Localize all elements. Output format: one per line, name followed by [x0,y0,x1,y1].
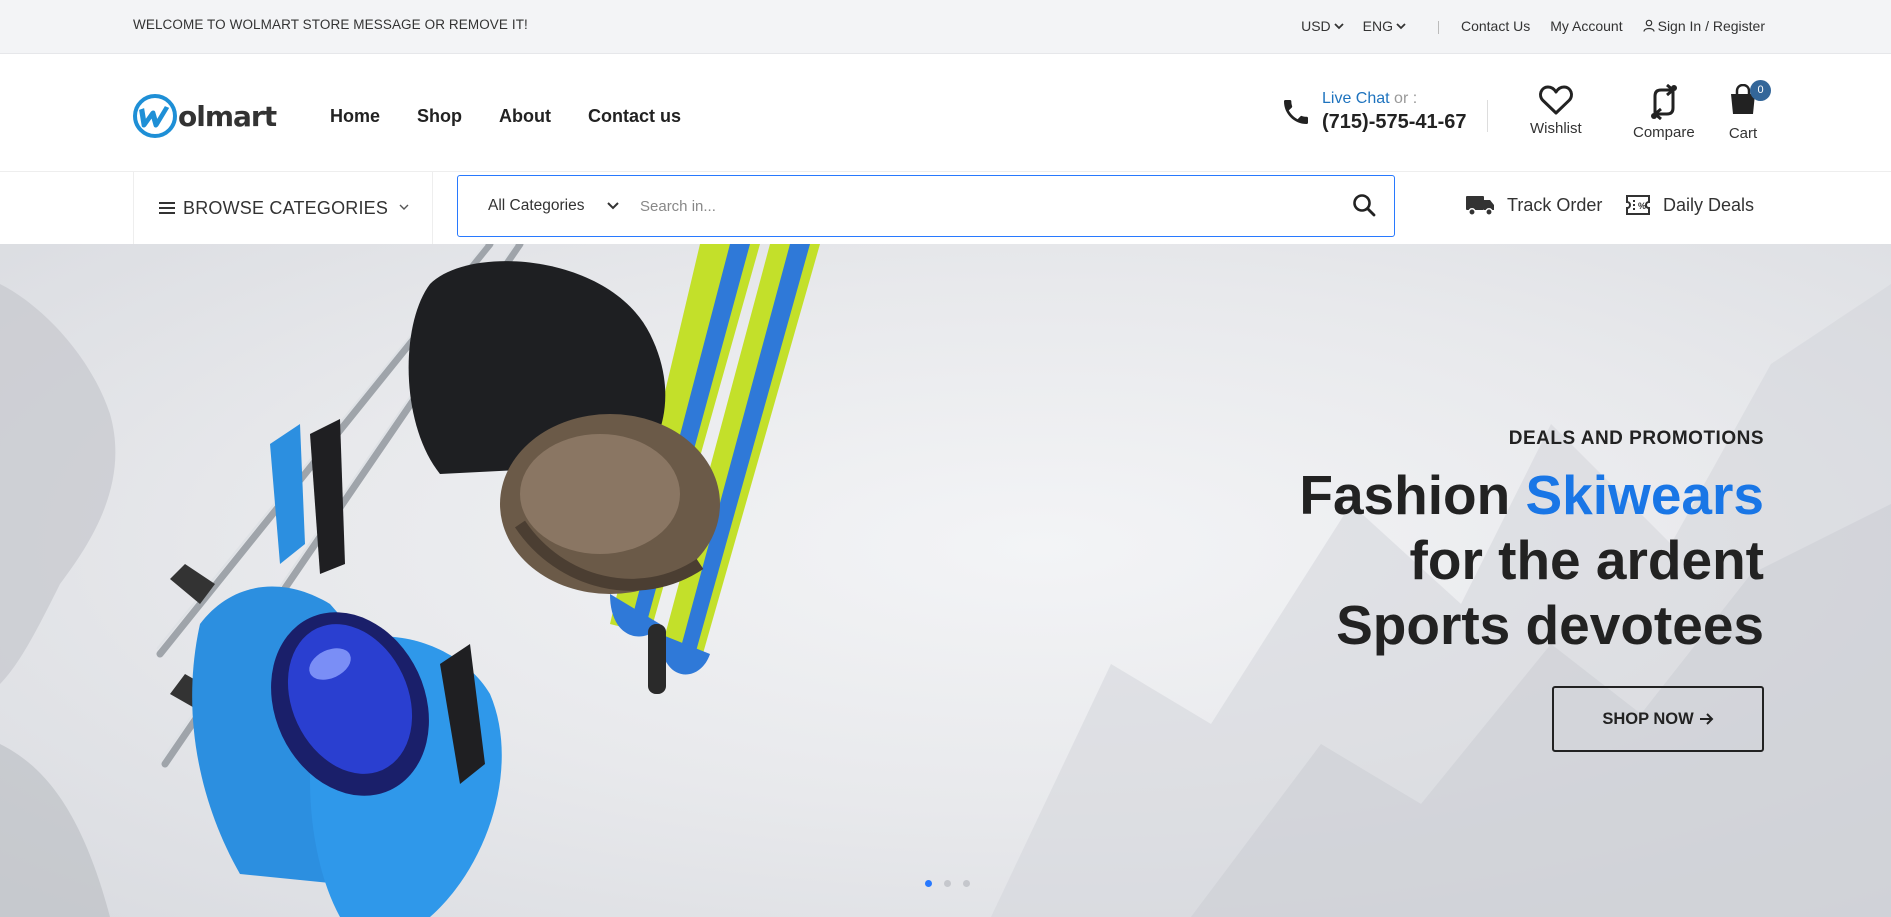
hero-slider: DEALS AND PROMOTIONS Fashion Skiwears fo… [0,244,1891,917]
wishlist-label: Wishlist [1530,120,1582,137]
slider-pagination [925,880,970,887]
category-search-bar: BROWSE CATEGORIES All Categories Track O… [0,172,1891,244]
browse-categories-label: BROWSE CATEGORIES [183,197,389,218]
or-label: or : [1394,90,1418,107]
slide-dot-1[interactable] [925,880,932,887]
logo-text: olmart [178,99,277,133]
search-category-select[interactable]: All Categories [488,197,628,215]
search-bar: All Categories [457,175,1395,237]
logo-icon [133,94,177,138]
live-chat-link[interactable]: Live Chat [1322,90,1390,107]
slide-dot-2[interactable] [944,880,951,887]
currency-label: USD [1301,17,1331,34]
contact-us-link[interactable]: Contact Us [1461,18,1530,34]
menu-icon [159,202,175,214]
user-icon [1643,19,1655,32]
top-bar: WELCOME TO WOLMART STORE MESSAGE OR REMO… [0,0,1891,54]
nav-about[interactable]: About [499,106,551,127]
svg-text:%: % [1638,201,1646,211]
compare-label: Compare [1633,124,1695,141]
shop-now-button[interactable]: SHOP NOW [1552,686,1764,752]
hero-text-block: DEALS AND PROMOTIONS Fashion Skiwears fo… [1299,428,1764,658]
phone-icon [1284,100,1308,124]
track-order-link[interactable]: Track Order [1466,194,1602,217]
language-selector[interactable]: ENG [1363,18,1406,34]
chevron-down-icon [399,204,409,210]
browse-categories-button[interactable]: BROWSE CATEGORIES [133,172,433,244]
arrow-right-icon [1699,713,1714,725]
hero-title-part1: Fashion [1299,464,1526,526]
logo[interactable]: olmart [132,93,277,139]
shop-now-label: SHOP NOW [1602,709,1694,728]
daily-deals-label: Daily Deals [1663,194,1755,215]
cart-button[interactable]: 0 Cart [1728,80,1771,142]
chevron-down-icon [606,202,619,210]
my-account-link[interactable]: My Account [1550,18,1622,34]
ski-gear-image [156,244,820,917]
search-button[interactable] [1352,193,1376,222]
top-bar-links: USD ENG Contact Us My Account Sign In / … [1301,17,1765,34]
divider [1487,100,1488,132]
chevron-down-icon [1334,22,1344,29]
hero-title-line2: for the ardent [1409,529,1764,591]
truck-icon [1466,196,1494,216]
main-header: olmart Home Shop About Contact us Live C… [0,54,1891,172]
contact-info: Live Chat or : (715)-575-41-67 [1280,90,1467,134]
compare-icon [1650,84,1677,120]
track-order-label: Track Order [1507,195,1603,215]
main-nav: Home Shop About Contact us [330,106,718,127]
hero-subtitle: DEALS AND PROMOTIONS [1508,428,1764,449]
sign-in-link[interactable]: Sign In / Register [1643,18,1765,34]
nav-shop[interactable]: Shop [417,106,462,127]
search-category-value: All Categories [488,197,585,214]
cart-count-badge: 0 [1750,80,1771,101]
search-input[interactable] [640,197,1340,215]
slide-dot-3[interactable] [963,880,970,887]
phone-number[interactable]: (715)-575-41-67 [1322,111,1467,134]
hero-title-line3: Sports devotees [1336,594,1764,656]
language-label: ENG [1362,17,1393,34]
cart-label: Cart [1728,125,1758,142]
sign-in-label: Sign In / Register [1657,17,1765,34]
nav-contact-us[interactable]: Contact us [588,106,681,127]
chevron-down-icon [1396,22,1406,29]
search-icon [1353,194,1376,217]
nav-home[interactable]: Home [330,106,380,127]
hero-title-highlight: Skiwears [1525,464,1764,526]
hero-title: Fashion Skiwears for the ardent Sports d… [1299,463,1764,658]
heart-icon [1538,85,1573,115]
divider [1437,21,1439,34]
currency-selector[interactable]: USD [1301,18,1344,34]
wishlist-button[interactable]: Wishlist [1530,84,1582,137]
welcome-message: WELCOME TO WOLMART STORE MESSAGE OR REMO… [133,17,528,32]
deals-tag-icon: % [1626,195,1650,215]
daily-deals-link[interactable]: % Daily Deals [1625,194,1754,216]
compare-button[interactable]: Compare [1633,84,1695,141]
